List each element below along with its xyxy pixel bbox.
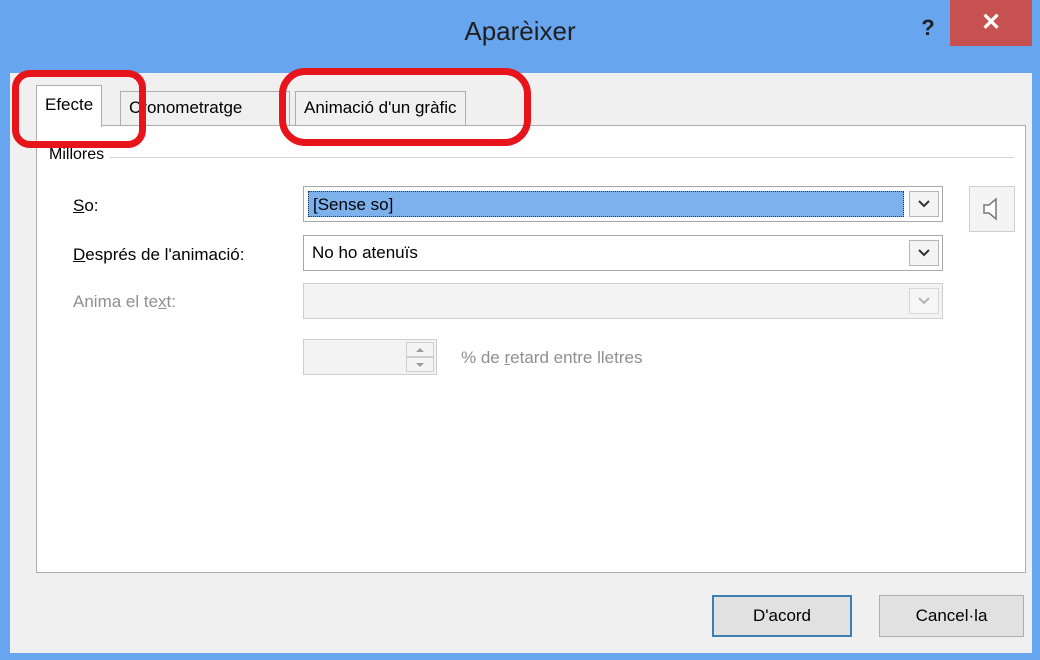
sound-value: [Sense so] [308, 191, 904, 217]
dialog-title: Aparèixer [464, 16, 576, 46]
ok-button[interactable]: D'acord [712, 595, 852, 637]
spin-up-icon[interactable] [406, 342, 434, 357]
delay-label: % de retard entre lletres [461, 348, 643, 367]
dialog-body: Efecte Cronometratge Animació d'un gràfi… [10, 73, 1032, 653]
highlight-ring-animacio [279, 68, 531, 146]
after-animation-select[interactable]: No ho atenuïs [303, 235, 943, 271]
after-animation-value: No ho atenuïs [312, 243, 418, 262]
help-button[interactable]: ? [906, 8, 950, 48]
animate-text-value [308, 288, 904, 314]
chevron-down-icon[interactable] [909, 288, 939, 314]
delay-spinner[interactable] [303, 339, 437, 375]
spin-buttons [406, 342, 434, 372]
title-bar[interactable]: Aparèixer ? ✕ [0, 0, 1040, 78]
animate-text-label: Anima el text: [73, 292, 176, 311]
group-label: Millores [49, 146, 111, 164]
play-sound-button[interactable] [969, 186, 1015, 232]
chevron-down-icon[interactable] [909, 240, 939, 266]
tab-efecte[interactable]: Efecte [36, 85, 103, 127]
spin-down-icon[interactable] [406, 357, 434, 372]
dialog-window: Aparèixer ? ✕ Efecte Cronometratge Anima… [0, 0, 1040, 660]
cancel-button[interactable]: Cancel·la [879, 595, 1024, 637]
close-button[interactable]: ✕ [950, 0, 1032, 46]
sound-label: So: [73, 196, 99, 215]
after-animation-label: Després de l'animació: [73, 245, 245, 264]
animate-text-select[interactable] [303, 283, 943, 319]
effect-panel: Millores So: [Sense so] Després de l'ani… [36, 125, 1026, 573]
speaker-icon [983, 197, 997, 221]
chevron-down-icon[interactable] [909, 191, 939, 217]
group-divider [49, 157, 1014, 158]
sound-select[interactable]: [Sense so] [303, 186, 943, 222]
